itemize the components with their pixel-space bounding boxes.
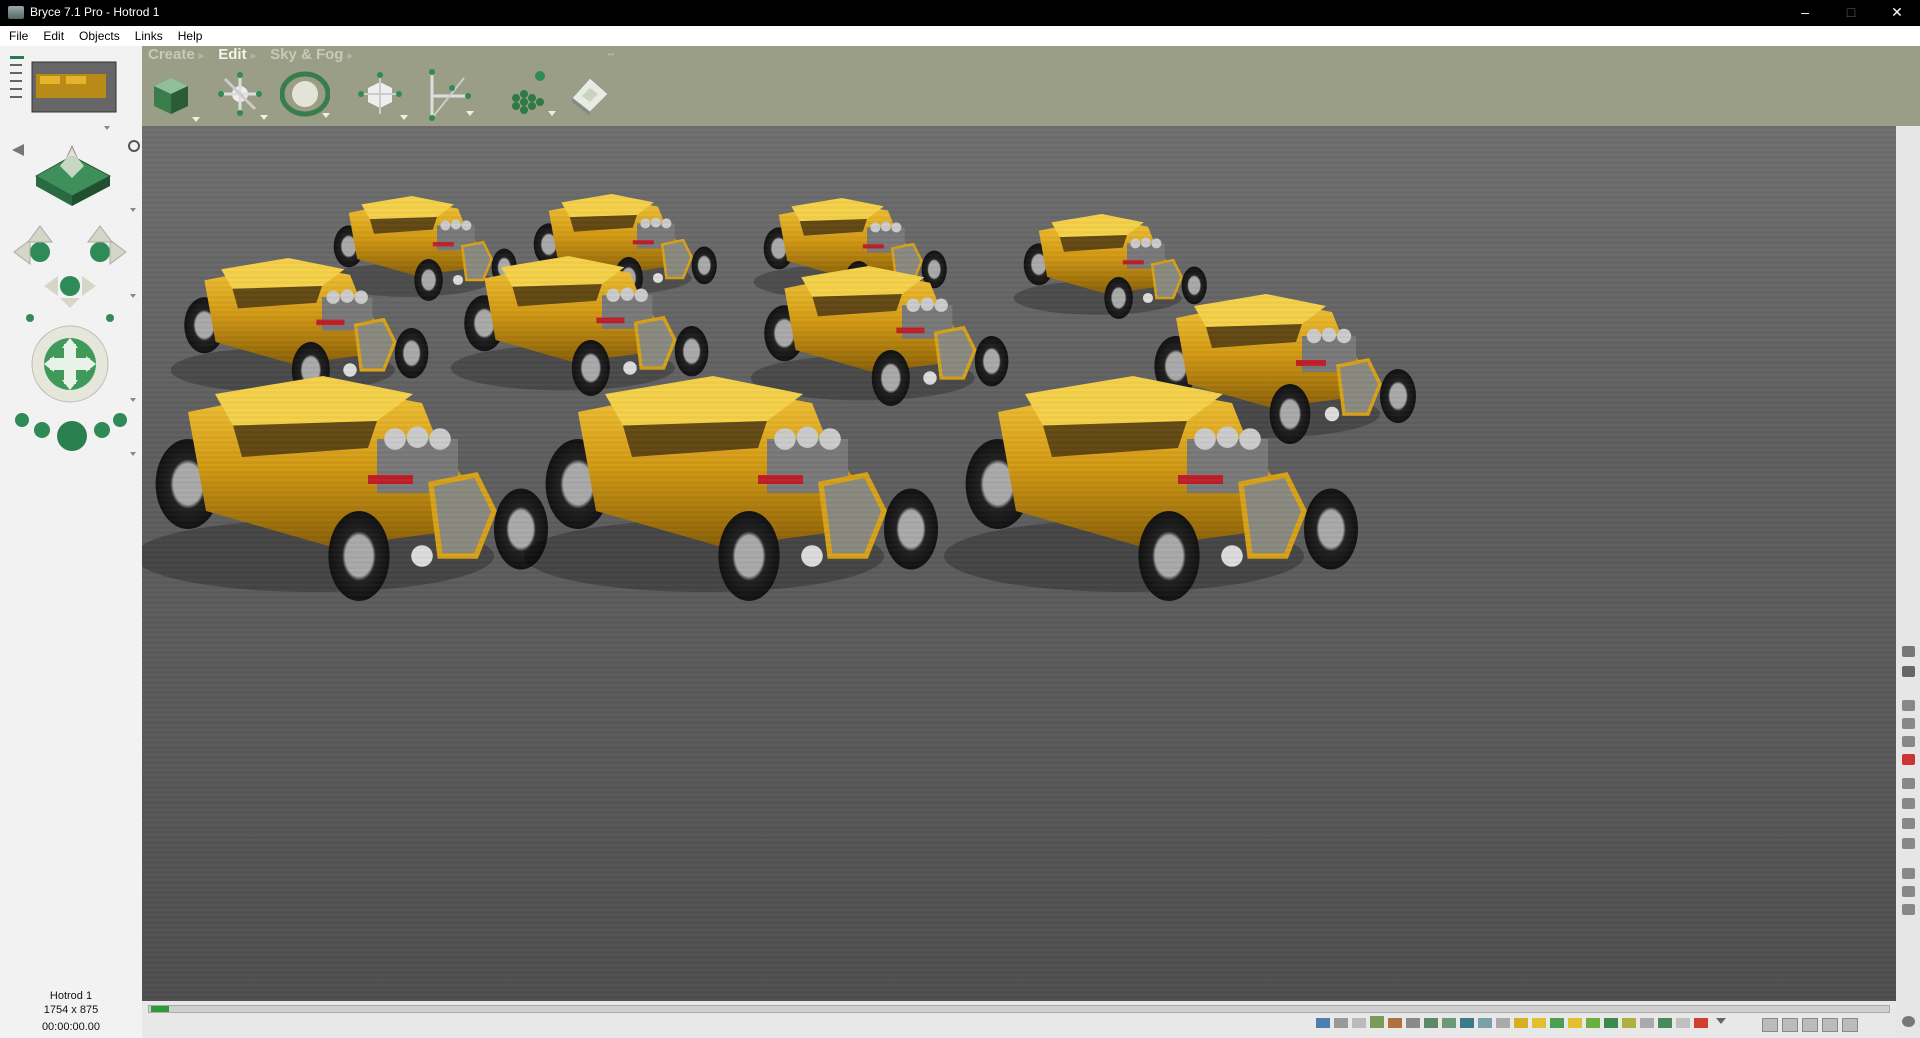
hotrod-model: [449, 254, 711, 398]
menu-links[interactable]: Links: [126, 26, 169, 46]
hotrod-model: [522, 192, 719, 301]
palette-tabs: Create ▸ Edit ▸ Sky & Fog ▸: [148, 46, 353, 63]
hotrod-model: [749, 264, 1011, 408]
view-control-panel: [0, 46, 142, 1038]
menu-help[interactable]: Help: [169, 26, 209, 46]
hotrod-model: [524, 376, 938, 601]
tab-separator: ▸: [250, 50, 257, 62]
hotrod-model: [1012, 212, 1209, 321]
document-info: Hotrod 1 1754 x 875 00:00:00.00: [0, 989, 142, 1034]
app-icon: [8, 6, 24, 19]
menu-file[interactable]: File: [0, 26, 34, 46]
twirl-tool-icon[interactable]: [424, 68, 474, 121]
hotrod-model: [1138, 292, 1418, 446]
tab-sky-fog[interactable]: Sky & Fog: [270, 46, 343, 63]
tab-edit[interactable]: Edit: [218, 46, 246, 63]
side-toolbar: [1896, 126, 1920, 1038]
edit-geometry-tool-icon[interactable]: [358, 72, 408, 120]
nano-preview[interactable]: [31, 61, 117, 113]
tab-create[interactable]: Create: [148, 46, 195, 63]
maximize-button[interactable]: □: [1828, 0, 1874, 26]
stop-icon[interactable]: [1902, 754, 1915, 765]
hotrod-model: [142, 376, 548, 601]
lines-icon[interactable]: [10, 56, 24, 98]
hotrod-model: [752, 196, 949, 305]
play-button[interactable]: [1802, 1018, 1818, 1032]
rotate-tool-icon[interactable]: [218, 72, 268, 120]
view-menu-arrow: [130, 208, 136, 212]
fast-forward-button[interactable]: [1842, 1018, 1858, 1032]
camera-controls: [10, 56, 140, 456]
pan-menu-arrow: [130, 398, 136, 402]
clear-icon[interactable]: [1902, 736, 1915, 747]
pan-hand-icon[interactable]: [1902, 904, 1915, 915]
render-icon[interactable]: [1902, 700, 1915, 711]
selection-palette[interactable]: [1316, 1014, 1756, 1032]
wireframe-icon[interactable]: [1902, 798, 1915, 809]
object-sets-icon[interactable]: [506, 68, 556, 116]
zoom-in-icon[interactable]: [1902, 868, 1915, 879]
pencil-icon[interactable]: [1902, 646, 1915, 657]
edit-palette: [142, 46, 1920, 126]
reposition-tool-icon[interactable]: [279, 70, 331, 118]
camera-pan-icon[interactable]: [31, 325, 109, 403]
tab-separator: ▸: [347, 50, 353, 62]
display-mode-icon[interactable]: [1902, 778, 1915, 789]
menu-objects[interactable]: Objects: [70, 26, 126, 46]
step-forward-button[interactable]: [1822, 1018, 1838, 1032]
camera-zoom-icon[interactable]: [15, 413, 127, 451]
menu-bar: File Edit Objects Links Help: [0, 26, 1920, 47]
timeline-scrubber[interactable]: [148, 1005, 1890, 1013]
eraser-icon[interactable]: [1902, 666, 1915, 677]
zoom-menu-arrow: [130, 452, 136, 456]
tab-separator: ▸: [198, 50, 205, 62]
palette-collapse-icon[interactable]: ↔: [606, 48, 616, 59]
menu-edit[interactable]: Edit: [34, 26, 70, 46]
rewind-button[interactable]: [1762, 1018, 1778, 1032]
document-name: Hotrod 1: [49, 990, 93, 1002]
back-arrow-icon[interactable]: [12, 144, 24, 156]
close-button[interactable]: ✕: [1874, 0, 1920, 26]
render-viewport[interactable]: [142, 126, 1896, 1001]
minimize-button[interactable]: –: [1782, 0, 1828, 26]
window-title: Bryce 7.1 Pro - Hotrod 1: [30, 5, 160, 19]
preview-menu-arrow[interactable]: [104, 126, 110, 130]
terrain-editor-icon[interactable]: [568, 72, 610, 116]
step-back-button[interactable]: [1782, 1018, 1798, 1032]
timecode: 00:00:00.00: [41, 1021, 101, 1033]
grid-icon[interactable]: [1902, 1016, 1915, 1027]
hotrod-model: [169, 256, 431, 400]
camera-reset-icon[interactable]: [128, 140, 140, 152]
camera-trackball-icon[interactable]: [13, 225, 127, 322]
title-bar: Bryce 7.1 Pro - Hotrod 1 – □ ✕: [0, 0, 1920, 26]
trackball-menu-arrow: [130, 294, 136, 298]
time-marker[interactable]: [151, 1006, 169, 1012]
scene-render: [142, 192, 1418, 1001]
camera-view-icon[interactable]: [34, 144, 112, 206]
zoom-out-icon[interactable]: [1902, 886, 1915, 897]
download-icon[interactable]: [1902, 838, 1915, 849]
hotrod-model: [322, 194, 519, 303]
render-options-icon[interactable]: [1902, 718, 1915, 729]
resize-tool-icon[interactable]: [150, 74, 200, 122]
plop-icon[interactable]: [1902, 818, 1915, 829]
document-dimensions: 1754 x 875: [43, 1004, 99, 1016]
hotrod-model: [944, 376, 1358, 601]
